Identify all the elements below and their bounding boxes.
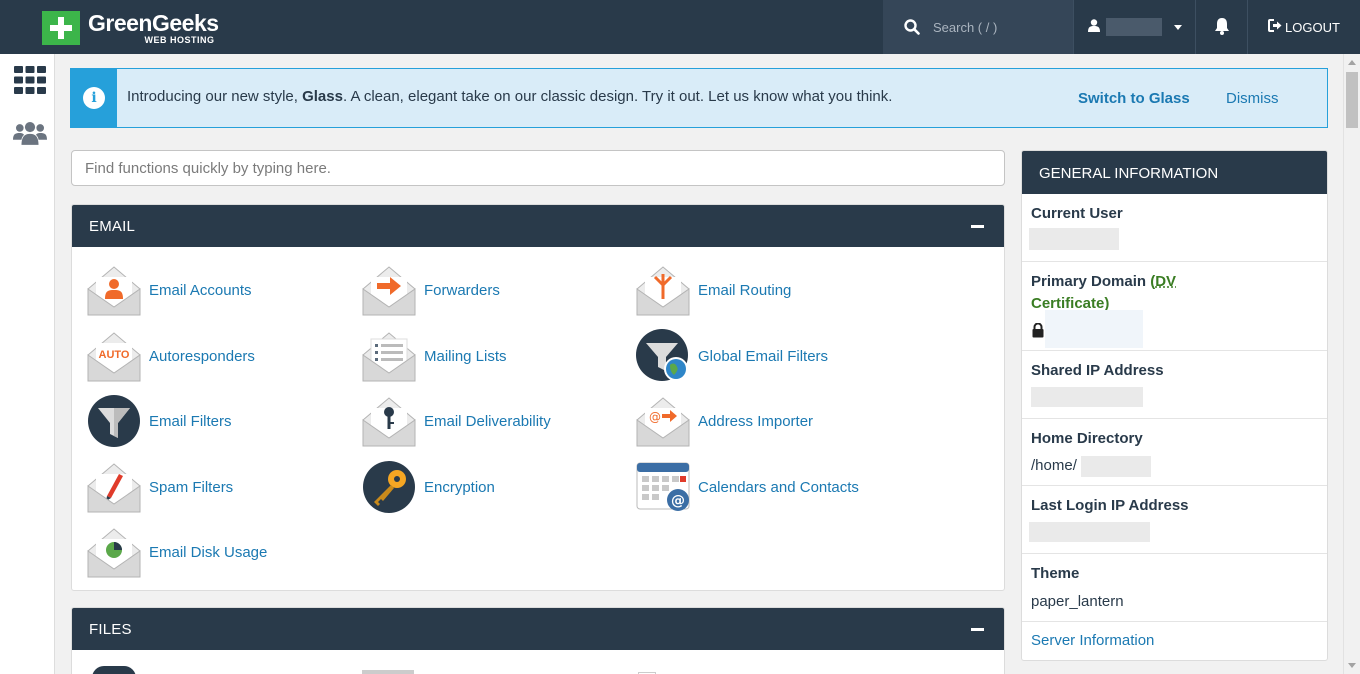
find-functions-input[interactable]: [71, 150, 1005, 186]
user-menu[interactable]: [1073, 0, 1195, 54]
svg-text:AUTO: AUTO: [99, 349, 130, 361]
current-user-row: Current User: [1022, 194, 1327, 262]
dismiss-link[interactable]: Dismiss: [1226, 90, 1279, 107]
shared-ip-redacted: [1031, 387, 1143, 407]
search-icon[interactable]: [903, 18, 921, 36]
logout-button[interactable]: LOGOUT: [1247, 0, 1360, 54]
email-panel-header[interactable]: EMAIL: [72, 205, 1004, 247]
email-accounts-icon: [87, 266, 141, 316]
autoresponders-icon: AUTO: [87, 332, 141, 382]
dv-link[interactable]: DV: [1155, 273, 1176, 290]
email-deliverability-icon: [362, 397, 416, 447]
general-information-panel: GENERAL INFORMATION Current User Primary…: [1021, 150, 1328, 661]
users-icon[interactable]: [13, 118, 47, 148]
user-icon: [1088, 19, 1100, 35]
page-scrollbar[interactable]: [1343, 54, 1360, 674]
lock-icon: [1032, 322, 1044, 341]
chevron-down-icon: [1174, 24, 1182, 30]
top-bar: GreenGeeks WEB HOSTING LOGOUT: [0, 0, 1360, 54]
encryption-icon: [363, 461, 415, 513]
email-filters-link[interactable]: Email Filters: [87, 394, 232, 448]
svg-text:@: @: [671, 493, 685, 509]
logo-plus-icon: [42, 11, 80, 45]
home-directory-redacted: [1081, 456, 1151, 477]
shared-ip-row: Shared IP Address: [1022, 351, 1327, 419]
email-panel: EMAIL Email Accounts Forwarders Email Ro…: [71, 204, 1005, 591]
email-disk-usage-icon: [87, 528, 141, 578]
spam-filters-link[interactable]: Spam Filters: [87, 460, 233, 514]
collapse-icon[interactable]: [971, 628, 984, 631]
email-deliverability-link[interactable]: Email Deliverability: [362, 394, 551, 448]
last-login-ip-row: Last Login IP Address: [1022, 486, 1327, 554]
file-manager-icon: [92, 666, 136, 674]
general-information-header: GENERAL INFORMATION: [1022, 151, 1327, 194]
address-importer-link[interactable]: @ Address Importer: [636, 394, 813, 448]
images-icon: [362, 670, 414, 674]
switch-to-glass-link[interactable]: Switch to Glass: [1078, 90, 1190, 107]
username-redacted: [1106, 18, 1162, 36]
forwarders-link[interactable]: Forwarders: [362, 263, 500, 317]
autoresponders-link[interactable]: AUTO Autoresponders: [87, 329, 255, 383]
spam-filters-icon: [87, 463, 141, 513]
collapse-icon[interactable]: [971, 225, 984, 228]
notifications-button[interactable]: [1195, 0, 1247, 54]
mailing-lists-icon: [362, 332, 416, 382]
last-login-ip-redacted: [1029, 522, 1150, 542]
global-email-filters-link[interactable]: Global Email Filters: [636, 329, 828, 383]
files-panel-title: FILES: [89, 621, 132, 638]
email-routing-icon: [636, 266, 690, 316]
apps-grid-icon[interactable]: [13, 65, 47, 95]
logout-label: LOGOUT: [1285, 19, 1340, 35]
forwarders-icon: [362, 266, 416, 316]
greengeeks-logo[interactable]: GreenGeeks WEB HOSTING: [42, 10, 219, 46]
email-filters-icon: [88, 395, 140, 447]
email-accounts-link[interactable]: Email Accounts: [87, 263, 252, 317]
brand-name: GreenGeeks: [88, 9, 219, 36]
email-routing-link[interactable]: Email Routing: [636, 263, 791, 317]
glass-announcement-banner: i Introducing our new style, Glass. A cl…: [70, 68, 1328, 128]
logout-icon: [1268, 19, 1282, 35]
current-user-redacted: [1029, 228, 1119, 250]
server-information-link[interactable]: Server Information: [1031, 632, 1154, 649]
files-panel-header[interactable]: FILES: [72, 608, 1004, 650]
svg-text:@: @: [649, 410, 661, 424]
scroll-thumb[interactable]: [1346, 72, 1358, 128]
primary-domain-row: Primary Domain (DV Certificate): [1022, 262, 1327, 351]
primary-domain-redacted: [1045, 310, 1143, 348]
left-rail: [0, 54, 55, 674]
encryption-link[interactable]: Encryption: [362, 460, 495, 514]
email-disk-usage-link[interactable]: Email Disk Usage: [87, 525, 267, 579]
banner-message: Introducing our new style, Glass. A clea…: [127, 88, 893, 105]
scroll-down-icon[interactable]: [1348, 663, 1356, 668]
files-panel: FILES: [71, 607, 1005, 674]
theme-row: Theme paper_lantern: [1022, 554, 1327, 622]
scroll-up-icon[interactable]: [1348, 60, 1356, 65]
calendars-and-contacts-link[interactable]: @ Calendars and Contacts: [636, 460, 859, 514]
address-importer-icon: @: [636, 397, 690, 447]
global-email-filters-icon: [636, 329, 688, 381]
info-icon: i: [83, 87, 105, 109]
top-search: [883, 0, 1073, 54]
bell-icon: [1214, 17, 1230, 38]
email-panel-title: EMAIL: [89, 218, 136, 235]
calendars-icon: @: [636, 462, 690, 511]
top-search-input[interactable]: [933, 19, 1063, 35]
home-directory-row: Home Directory /home/: [1022, 419, 1327, 486]
mailing-lists-link[interactable]: Mailing Lists: [362, 329, 507, 383]
brand-subtitle: WEB HOSTING: [144, 34, 215, 45]
